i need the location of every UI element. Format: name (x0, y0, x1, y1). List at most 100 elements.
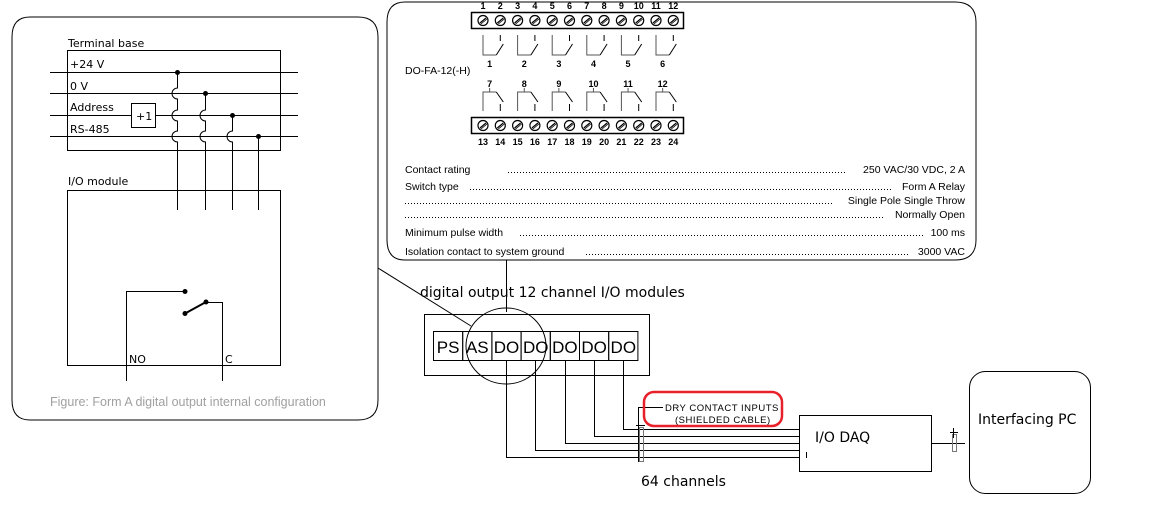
screw-icon (511, 119, 524, 132)
terminal-number: 2 (498, 1, 503, 11)
terminal-number: 5 (550, 1, 555, 11)
screw-icon (633, 14, 645, 27)
bus-drop-wires (171, 70, 261, 210)
screw-icon (546, 119, 558, 132)
pc-shield-symbol (950, 428, 958, 452)
relay-number: 2 (522, 59, 527, 69)
rack-slot-label: DO (581, 338, 607, 357)
dry-contact-line2: (SHIELDED CABLE) (675, 415, 771, 426)
screw-icon (650, 119, 662, 132)
rack-slot-do[interactable]: DO (549, 331, 580, 361)
terminal-number: 12 (668, 1, 678, 11)
terminal-number: 13 (478, 137, 488, 147)
relay-contact-icon (620, 35, 643, 56)
rack-slots: PS AS DO DO DO DO DO (433, 331, 639, 361)
bottom-terminal-numbers: 13 14 15 16 17 18 19 20 21 22 23 24 (478, 137, 678, 147)
junction-dot (256, 134, 261, 139)
screw-icon (598, 14, 610, 27)
module-spec-panel: DO-FA-12(-H) 1 2 3 4 5 6 7 8 9 10 11 12 123456 13 14… (386, 1, 977, 261)
relay-number: 4 (591, 59, 596, 69)
relay-number: 1 (487, 59, 492, 69)
terminal-number: 14 (495, 137, 505, 147)
svg-text:100 ms: 100 ms (931, 227, 965, 239)
junction-dot (175, 70, 180, 75)
io-daq-label: I/O DAQ (815, 430, 870, 446)
screw-icon (581, 14, 593, 27)
spec-row-normally-open: Normally Open (405, 209, 965, 221)
rack-slot-label: DO (552, 338, 578, 357)
internal-config-panel: Terminal base +24 V 0 V Address RS-485 +… (11, 16, 379, 421)
modules-title: digital output 12 channel I/O modules (420, 285, 685, 301)
junction-dot (203, 91, 208, 96)
terminal-number: 20 (599, 137, 609, 147)
top-relay-symbols: 1 2 3 4 5 6 (482, 35, 677, 69)
figure-caption: Figure: Form A digital output internal c… (50, 395, 326, 409)
spec-row-contact-rating: Contact rating 250 VAC/30 VDC, 2 A (405, 164, 965, 176)
rack-slot-do[interactable]: DO (579, 331, 610, 361)
terminal-number: 9 (619, 1, 624, 11)
relay-contact-icon (517, 35, 539, 56)
io-module-label: I/O module (68, 175, 129, 188)
relay-number: 7 (487, 79, 492, 89)
spec-list: Contact rating 250 VAC/30 VDC, 2 A Switc… (405, 164, 966, 258)
rack-slot-do[interactable]: DO (608, 331, 639, 361)
bus-label-24v: +24 V (70, 58, 105, 71)
address-increment-label: +1 (136, 110, 152, 123)
relay-number: 5 (626, 59, 631, 69)
terminal-base-label: Terminal base (67, 37, 144, 50)
svg-text:Form A Relay: Form A Relay (902, 181, 966, 193)
terminal-number: 11 (651, 1, 661, 11)
dry-contact-line1: DRY CONTACT INPUTS (665, 403, 779, 414)
terminal-number: 22 (634, 137, 644, 147)
terminal-number: 15 (513, 137, 523, 147)
spec-row-switch-type: Switch type Form A Relay (405, 181, 966, 193)
wiring-diagram: Terminal base +24 V 0 V Address RS-485 +… (11, 1, 1091, 494)
screw-icon (615, 119, 628, 132)
screw-icon (667, 119, 679, 132)
screw-icon (494, 119, 506, 132)
svg-text:250 VAC/30 VDC, 2 A: 250 VAC/30 VDC, 2 A (863, 164, 965, 176)
relay-contact-icon (551, 88, 573, 111)
rack-slot-label: DO (611, 338, 637, 357)
interfacing-pc-box[interactable] (969, 371, 1091, 494)
channels-label: 64 channels (641, 474, 726, 490)
screw-icon (598, 119, 610, 132)
relay-number: 9 (556, 79, 561, 89)
relay-number: 12 (658, 79, 668, 89)
rack-slot-label: PS (437, 338, 460, 357)
screw-icon (563, 119, 576, 132)
junction-dot (230, 113, 235, 118)
screw-icon (633, 119, 645, 132)
svg-text:Isolation contact to system gr: Isolation contact to system ground (405, 246, 564, 258)
rack-slot-label: DO (523, 338, 549, 357)
screw-icon (529, 14, 541, 27)
terminal-number: 18 (564, 137, 574, 147)
screw-icon (563, 14, 576, 27)
relay-number: 3 (556, 59, 561, 69)
rack-slot-label: DO (494, 338, 520, 357)
terminal-number: 19 (582, 137, 592, 147)
relay-contact-icon (482, 88, 504, 111)
bus-label-0v: 0 V (70, 80, 88, 93)
screw-icon (667, 14, 679, 27)
screw-icon (615, 14, 628, 27)
screw-icon (511, 14, 524, 27)
shielded-cable-symbol (636, 407, 663, 462)
relay-contact-icon (586, 35, 608, 56)
model-label: DO-FA-12(-H) (405, 65, 470, 77)
relay-contact-icon (620, 88, 643, 111)
svg-text:Minimum pulse width: Minimum pulse width (405, 227, 503, 239)
terminal-number: 21 (616, 137, 626, 147)
c-terminal-label: C (225, 353, 233, 366)
system-overview: digital output 12 channel I/O modules PS… (420, 285, 1091, 494)
rack-slot-ps[interactable]: PS (433, 331, 464, 361)
screw-icon (529, 119, 541, 132)
relay-number: 10 (588, 79, 598, 89)
terminal-number: 23 (651, 137, 661, 147)
terminal-number: 10 (634, 1, 644, 11)
terminal-number: 4 (532, 1, 537, 11)
rack-slot-label: AS (466, 338, 489, 357)
relay-contact-icon (655, 35, 677, 56)
rack-slot-do[interactable]: DO (491, 331, 522, 361)
interfacing-pc-label: Interfacing PC (978, 412, 1077, 428)
